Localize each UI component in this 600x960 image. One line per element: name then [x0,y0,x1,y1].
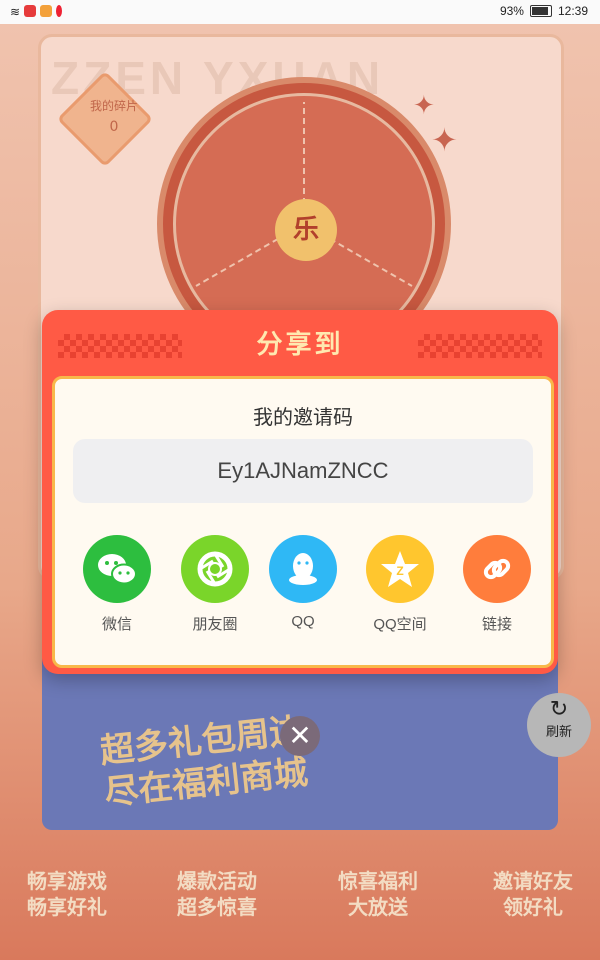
nav-line1: 邀请好友 [493,869,573,893]
video-app-icon [40,5,53,17]
nav-line1: 爆款活动 [177,869,257,893]
nav-line2: 大放送 [348,895,408,919]
wechat-icon [83,535,151,603]
wifi-icon: ≋ [10,5,21,19]
link-icon [463,535,531,603]
dialog-body: 我的邀请码 Ey1AJNamZNCC 微信 朋友圈 QQ Z QQ空间 链接 [52,376,554,668]
share-label: 朋友圈 [192,616,238,633]
nav-item-events[interactable]: 爆款活动 超多惊喜 [152,868,282,920]
nav-item-games[interactable]: 畅享游戏 畅享好礼 [2,868,132,920]
nav-line2: 超多惊喜 [177,895,257,919]
dialog-title: 分享到 [256,330,344,360]
share-label: QQ空间 [373,616,427,633]
bottom-nav: 畅享游戏 畅享好礼 爆款活动 超多惊喜 惊喜福利 大放送 邀请好友 领好礼 [0,860,600,960]
qzone-icon: Z [366,535,434,603]
svg-text:Z: Z [396,564,403,578]
moments-icon [181,535,249,603]
invite-code-label: 我的邀请码 [253,405,353,429]
clock: 12:39 [557,4,588,18]
nav-line1: 惊喜福利 [338,869,418,893]
status-bar: ≋ 93% 12:39 [0,0,600,24]
invite-code-value[interactable]: Ey1AJNamZNCC [73,439,533,503]
app-notification-icon [24,5,37,17]
sparkle-icon: ✦ [431,121,458,159]
nav-line1: 畅享游戏 [27,869,107,893]
promo-title: 超多礼包周边 尽在福利商城 [98,710,310,815]
share-label: 链接 [481,616,512,633]
qq-icon [269,535,337,603]
nav-item-invite[interactable]: 邀请好友 领好礼 [468,868,598,920]
refresh-button[interactable]: ↻ 刷新 [527,693,591,757]
share-link-button[interactable]: 链接 [452,535,542,634]
refresh-icon: ↻ [549,697,569,722]
nav-line2: 畅享好礼 [27,895,107,919]
battery-percent: 93% [499,4,524,18]
share-wechat-button[interactable]: 微信 [72,535,162,634]
share-qq-button[interactable]: QQ [258,535,348,630]
share-label: 微信 [101,616,132,633]
refresh-label: 刷新 [545,725,572,740]
share-dialog: 分享到 我的邀请码 Ey1AJNamZNCC 微信 朋友圈 QQ Z QQ空间 … [42,310,558,674]
nav-item-welfare[interactable]: 惊喜福利 大放送 [313,868,443,920]
close-button[interactable]: ✕ [280,716,320,756]
share-qzone-button[interactable]: Z QQ空间 [355,535,445,634]
battery-icon [529,5,552,17]
share-moments-button[interactable]: 朋友圈 [170,535,260,634]
fragment-label: 我的碎片 [89,99,138,113]
share-label: QQ [291,613,315,630]
location-icon [56,5,63,17]
wheel-center-button[interactable]: 乐 [275,199,337,261]
fragment-count: 0 [109,119,119,135]
nav-line2: 领好礼 [503,895,563,919]
